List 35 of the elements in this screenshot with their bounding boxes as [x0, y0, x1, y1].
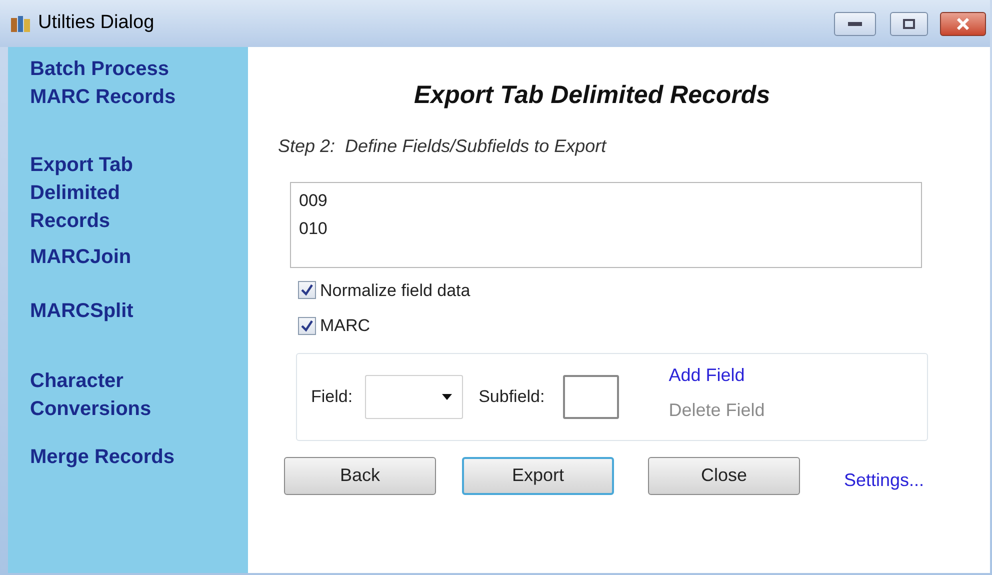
dialog-button[interactable]: Export [462, 456, 614, 494]
sidebar-link[interactable]: Merge Records [30, 443, 230, 471]
subfield-label: Subfield: [478, 386, 545, 408]
close-icon [956, 18, 970, 30]
checkbox[interactable] [298, 281, 316, 300]
maximize-button[interactable] [890, 12, 928, 36]
field-label: Field: [311, 386, 353, 408]
list-item[interactable]: 009 [299, 186, 328, 214]
sidebar-link[interactable]: Character Conversions [30, 367, 190, 423]
minimize-icon [848, 20, 862, 26]
step-label: Step 2: Define Fields/Subfields to Export [278, 134, 608, 158]
sidebar-link[interactable]: MARCJoin [30, 243, 200, 271]
checkmark-icon [301, 320, 313, 332]
checkbox-label: MARC [320, 315, 370, 337]
dialog-button[interactable]: Close [648, 456, 800, 494]
sidebar-link[interactable]: Batch Process MARC Records [30, 55, 200, 111]
checkbox[interactable] [298, 316, 316, 335]
checkbox-label: Normalize field data [320, 280, 470, 302]
dropdown-arrow-icon [442, 394, 452, 400]
field-dropdown[interactable] [364, 374, 463, 418]
settings-link[interactable]: Settings... [844, 467, 924, 494]
maximize-icon [903, 18, 915, 28]
sidebar-link[interactable]: Export Tab Delimited Records [30, 151, 150, 235]
sidebar-link[interactable]: MARCSplit [30, 297, 200, 325]
link[interactable]: Add Field [668, 362, 765, 388]
books-icon [10, 14, 32, 34]
subfield-input[interactable] [562, 374, 619, 418]
close-button[interactable] [940, 12, 986, 36]
field-list[interactable]: 009 010 [290, 182, 922, 268]
checkmark-icon [301, 284, 313, 296]
list-item[interactable]: 010 [299, 214, 328, 242]
minimize-button[interactable] [834, 12, 876, 36]
dialog-heading: Export Tab Delimited Records [414, 80, 772, 111]
dialog-button[interactable]: Back [284, 456, 436, 494]
window-title: Utilties Dialog [38, 11, 154, 36]
